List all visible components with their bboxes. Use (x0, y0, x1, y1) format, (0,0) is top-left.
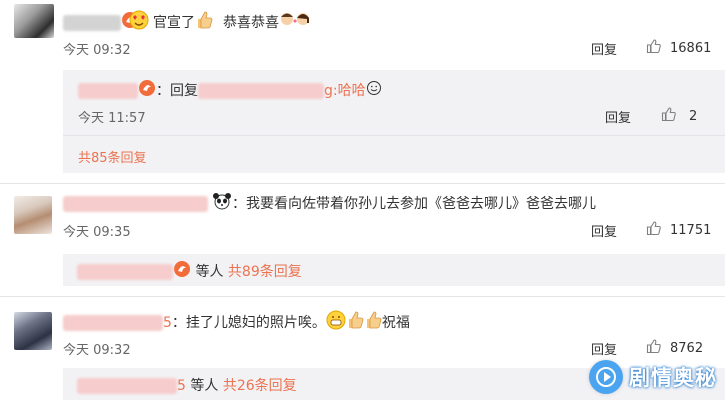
comment-text: ：我要看向佐带着你孙儿去参加《爸爸去哪儿》爸爸去哪儿 (63, 192, 596, 216)
reply-username-blurred[interactable] (77, 264, 173, 280)
comment-time: 今天 09:32 (63, 43, 131, 58)
total-replies-link[interactable]: 共89条回复 (228, 264, 302, 280)
thumbs-up-emoji-icon (195, 10, 213, 36)
reply-button[interactable]: 回复 (591, 339, 617, 358)
sub-reply-time: 今天 11:57 (78, 111, 146, 126)
watermark-text: 剧情奥秘 (629, 366, 717, 390)
sub-like-button[interactable]: 2 (661, 106, 697, 126)
comment-divider (0, 183, 725, 184)
thumbs-up-icon (646, 220, 662, 240)
comment-text: ：官宣了 恭喜恭喜 (63, 10, 313, 36)
thumbs-up-emoji-icon (346, 310, 364, 336)
thumbs-up-icon (661, 106, 677, 126)
watermark: 剧情奥秘 (589, 360, 717, 394)
vip-badge-icon (138, 79, 156, 103)
like-count: 16861 (670, 40, 712, 56)
reply-box: 等人 共89条回复 (63, 254, 725, 286)
panda-emoji-icon (212, 192, 232, 216)
username-blurred[interactable] (63, 196, 208, 212)
thumbs-up-icon (646, 38, 662, 58)
sub-reply-text: ：回复 g:哈哈 (78, 79, 382, 103)
reply-username-blurred[interactable] (78, 83, 138, 99)
smile-emoji-icon (366, 80, 382, 102)
thumbs-up-icon (646, 338, 662, 358)
reply-summary: 等人 共89条回复 (77, 260, 302, 284)
reply-summary: 5 等人 共26条回复 (77, 376, 297, 396)
like-count: 8762 (670, 340, 704, 356)
sub-reply-button[interactable]: 回复 (605, 107, 631, 126)
heart-eyes-emoji-icon (129, 10, 149, 36)
total-replies-link[interactable]: 共85条回复 (78, 147, 147, 166)
reply-button[interactable]: 回复 (591, 221, 617, 240)
watermark-logo-icon (589, 360, 623, 394)
comment-text: 5：挂了儿媳妇的照片唉。 祝福 (63, 310, 410, 336)
mentioned-user-blurred[interactable] (198, 83, 324, 99)
like-button[interactable]: 16861 (646, 38, 711, 58)
avatar[interactable] (14, 312, 52, 350)
avatar[interactable] (14, 4, 54, 38)
reply-divider (63, 135, 725, 136)
reply-button[interactable]: 回复 (591, 39, 617, 58)
grin-emoji-icon (326, 310, 346, 336)
thumbs-up-emoji-icon (364, 310, 382, 336)
username-blurred[interactable] (63, 315, 163, 331)
like-button[interactable]: 8762 (646, 338, 703, 358)
comment-time: 今天 09:32 (63, 343, 131, 358)
username-blurred[interactable] (63, 15, 121, 31)
total-replies-link[interactable]: 共26条回复 (223, 378, 297, 394)
sub-like-count: 2 (689, 108, 698, 124)
like-count: 11751 (670, 222, 712, 238)
reply-username-blurred[interactable] (77, 378, 177, 394)
reply-box: ：回复 g:哈哈 今天 11:57 回复 2 共85条回复 (63, 70, 725, 173)
vip-badge-icon (173, 260, 191, 284)
like-button[interactable]: 11751 (646, 220, 711, 240)
comment-time: 今天 09:35 (63, 225, 131, 240)
couple-emoji-icon (279, 11, 313, 35)
comment-divider (0, 296, 725, 297)
avatar[interactable] (14, 196, 52, 234)
